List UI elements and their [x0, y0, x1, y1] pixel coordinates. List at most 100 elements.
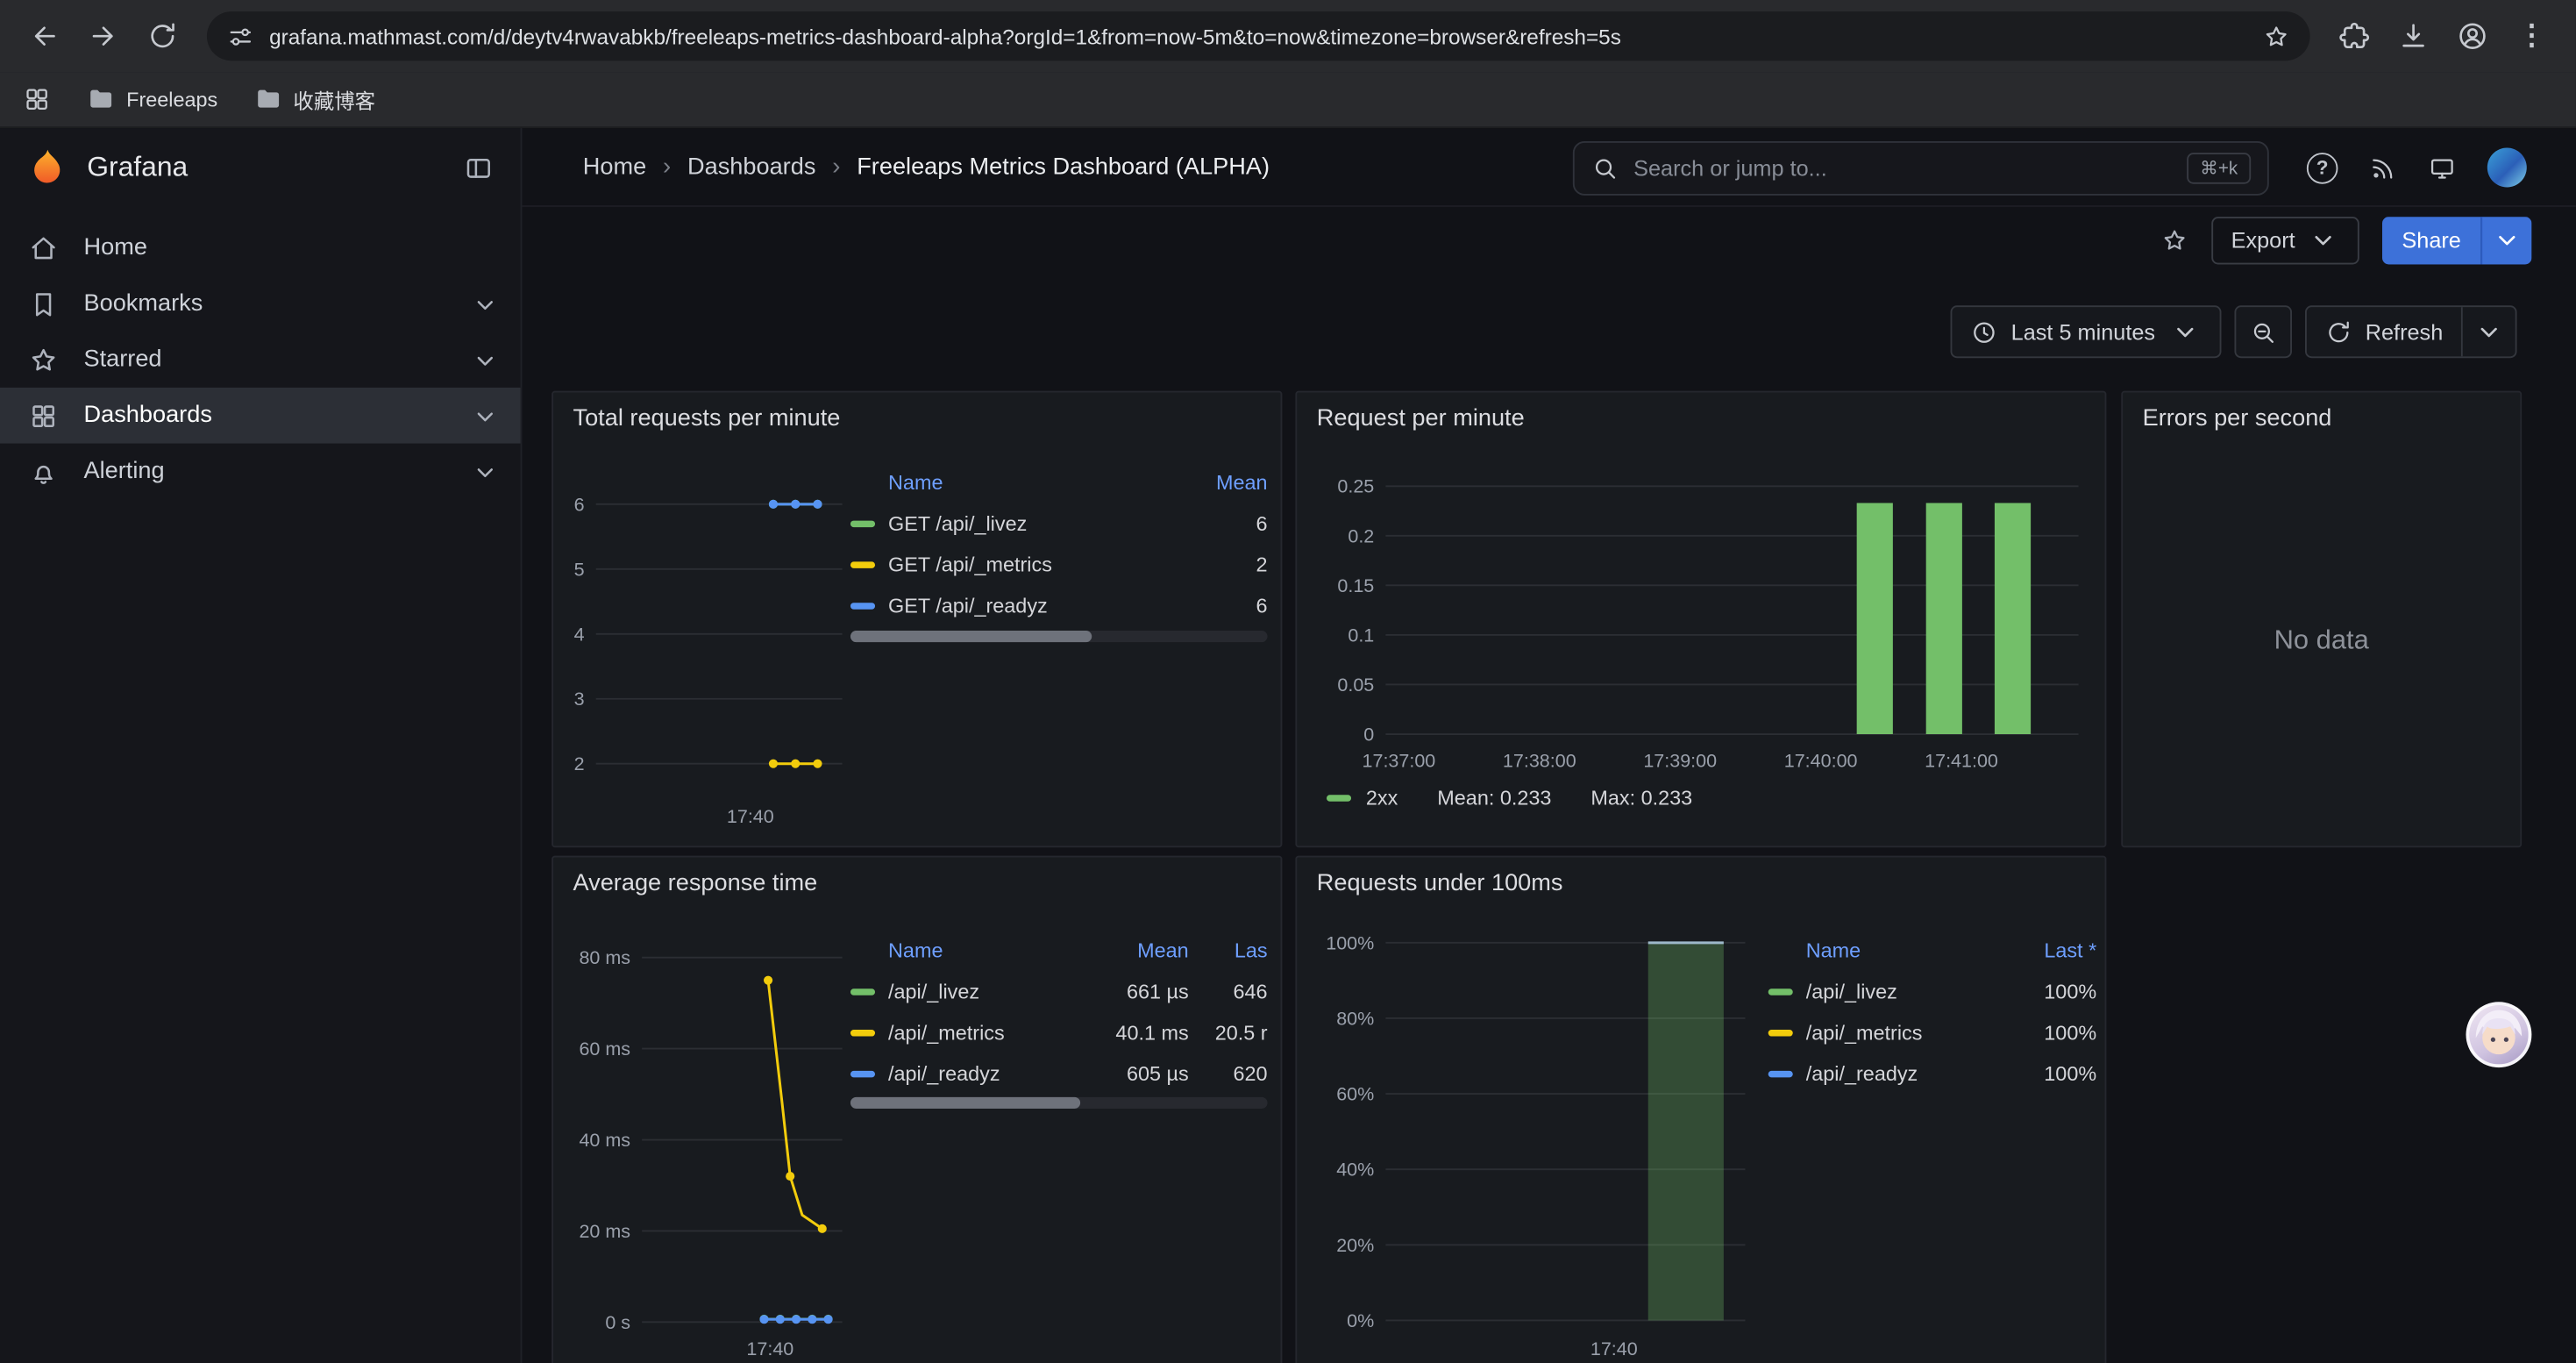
legend-row[interactable]: /api/_livez661 µs646 [850, 971, 1268, 1012]
top-navbar: Home › Dashboards › Freeleaps Metrics Da… [522, 128, 2575, 207]
chevron-down-icon[interactable] [470, 289, 502, 321]
svg-text:20 ms: 20 ms [579, 1221, 630, 1242]
legend-cell: GET /api/_metrics [888, 553, 1159, 575]
panel-average-response-time[interactable]: Average response time 80 ms60 ms40 ms20 … [551, 856, 1282, 1363]
downloads-icon[interactable] [2386, 8, 2442, 64]
site-settings-icon[interactable] [226, 22, 254, 50]
monitor-icon[interactable] [2428, 153, 2456, 182]
legend-column-header[interactable]: Last * [2011, 938, 2096, 961]
legend-row[interactable]: /api/_readyz100% [1768, 1053, 2096, 1094]
panel-errors-per-second[interactable]: Errors per second No data [2121, 391, 2522, 848]
floating-avatar[interactable] [2466, 1002, 2531, 1067]
grafana-logo[interactable] [26, 146, 69, 189]
legend-row[interactable]: GET /api/_livez6 [850, 503, 1268, 544]
panel-requests-under-100ms[interactable]: Requests under 100ms 100%80%60%40%20%0%1… [1295, 856, 2106, 1363]
legend-scrollbar[interactable] [850, 1097, 1268, 1109]
breadcrumb-dashboards[interactable]: Dashboards [687, 153, 815, 180]
legend-cell: /api/_readyz [888, 1062, 1074, 1085]
panel-title[interactable]: Request per minute [1317, 406, 1525, 432]
legend-row[interactable]: /api/_metrics100% [1768, 1011, 2096, 1053]
search-box[interactable]: ⌘+k [1573, 141, 2269, 196]
legend-cell: 620 [1202, 1062, 1268, 1085]
svg-text:17:41:00: 17:41:00 [1925, 750, 1998, 771]
legend-header: Name Last * [1768, 930, 2096, 971]
panel-request-per-minute[interactable]: Request per minute 0.250.20.150.10.05017… [1295, 391, 2106, 848]
bookmark-star-icon[interactable] [2262, 22, 2290, 50]
brand-title[interactable]: Grafana [87, 151, 188, 183]
sidebar-collapse-icon[interactable] [463, 152, 495, 183]
export-label: Export [2231, 227, 2295, 252]
legend-column-header[interactable]: Name [1806, 938, 1998, 961]
panel-total-requests[interactable]: Total requests per minute 6543217:40 Nam… [551, 391, 1282, 848]
bookmark-item-freeleaps[interactable]: Freeleaps [87, 85, 217, 113]
svg-text:80 ms: 80 ms [579, 947, 630, 968]
legend-row[interactable]: /api/_livez100% [1768, 971, 2096, 1012]
favorite-star-button[interactable] [2160, 225, 2188, 253]
legend-column-header[interactable]: Name [888, 938, 1074, 961]
series-color-dash [850, 1070, 875, 1076]
help-icon[interactable]: ? [2307, 152, 2338, 183]
legend-inline[interactable]: 2xx Mean: 0.233 Max: 0.233 [1327, 787, 1692, 810]
series-color-dash [1768, 1070, 1793, 1076]
time-range-button[interactable]: Last 5 minutes [1950, 305, 2221, 358]
svg-text:40%: 40% [1336, 1160, 1374, 1181]
sidebar-item-bookmarks[interactable]: Bookmarks [0, 276, 521, 332]
series-label[interactable]: 2xx [1366, 787, 1398, 810]
panel-title[interactable]: Requests under 100ms [1317, 870, 1563, 896]
browser-menu-icon[interactable]: ⋮ [2504, 8, 2560, 64]
chevron-down-icon[interactable] [470, 345, 502, 376]
scrollbar-thumb[interactable] [850, 1097, 1080, 1109]
search-input[interactable] [1633, 156, 2172, 181]
legend-row[interactable]: /api/_readyz605 µs620 [850, 1053, 1268, 1094]
sidebar-item-starred[interactable]: Starred [0, 332, 521, 388]
sidebar-item-alerting[interactable]: Alerting [0, 444, 521, 500]
share-dropdown-button[interactable] [2480, 216, 2531, 263]
legend-row[interactable]: GET /api/_metrics2 [850, 544, 1268, 585]
scrollbar-thumb[interactable] [850, 631, 1092, 642]
legend-header: Name Mean [850, 461, 1268, 503]
zoom-out-button[interactable] [2234, 305, 2292, 358]
browser-back-button[interactable] [17, 8, 73, 64]
sidebar-item-dashboards[interactable]: Dashboards [0, 388, 521, 444]
time-controls: Last 5 minutes Refresh [1950, 305, 2516, 358]
legend-cell: 100% [2011, 1021, 2096, 1044]
share-button[interactable]: Share [2382, 216, 2480, 263]
legend-table: Name Mean Las/api/_livez661 µs646/api/_met… [850, 930, 1268, 1094]
dashboards-grid-icon [28, 400, 60, 432]
refresh-button[interactable]: Refresh [2306, 307, 2461, 356]
legend-scrollbar[interactable] [850, 631, 1268, 642]
chevron-down-icon[interactable] [470, 401, 502, 432]
bookmark-item-blog[interactable]: 收藏博客 [253, 83, 375, 115]
legend-column-header[interactable]: Mean [1087, 938, 1189, 961]
legend-row[interactable]: /api/_metrics40.1 ms20.5 r [850, 1011, 1268, 1053]
bar-chart[interactable]: 0.250.20.150.10.05017:37:0017:38:0017:39… [1297, 393, 2106, 848]
url-bar[interactable]: grafana.mathmast.com/d/deytv4rwavabkb/fr… [207, 11, 2310, 61]
url-text[interactable]: grafana.mathmast.com/d/deytv4rwavabkb/fr… [269, 24, 2247, 48]
svg-text:4: 4 [574, 624, 585, 645]
browser-profile-avatar[interactable] [2444, 8, 2501, 64]
browser-reload-button[interactable] [135, 8, 191, 64]
panel-title[interactable]: Average response time [573, 870, 818, 896]
browser-forward-button[interactable] [75, 8, 132, 64]
screen: grafana.mathmast.com/d/deytv4rwavabkb/fr… [0, 0, 2576, 1363]
rss-icon[interactable] [2369, 153, 2397, 182]
legend-header: Name Mean Las [850, 930, 1268, 971]
person-icon [2456, 19, 2488, 52]
breadcrumb-current[interactable]: Freeleaps Metrics Dashboard (ALPHA) [857, 153, 1270, 180]
apps-grid-icon[interactable] [23, 85, 51, 113]
legend-column-header[interactable]: Name [888, 470, 1159, 493]
legend-column-header[interactable]: Las [1202, 938, 1268, 961]
export-button[interactable]: Export [2211, 216, 2359, 263]
user-avatar[interactable] [2487, 148, 2527, 188]
extensions-icon[interactable] [2326, 8, 2382, 64]
legend-cell: /api/_livez [888, 980, 1074, 1003]
refresh-interval-dropdown[interactable] [2461, 307, 2516, 356]
legend-column-header[interactable]: Mean [1172, 470, 1268, 493]
legend-cell: 100% [2011, 980, 2096, 1003]
sidebar-item-home[interactable]: Home [0, 220, 521, 276]
panel-title[interactable]: Total requests per minute [573, 406, 841, 432]
panel-title[interactable]: Errors per second [2143, 406, 2332, 432]
breadcrumb-home[interactable]: Home [583, 153, 646, 180]
legend-row[interactable]: GET /api/_readyz6 [850, 585, 1268, 626]
chevron-down-icon[interactable] [470, 457, 502, 489]
